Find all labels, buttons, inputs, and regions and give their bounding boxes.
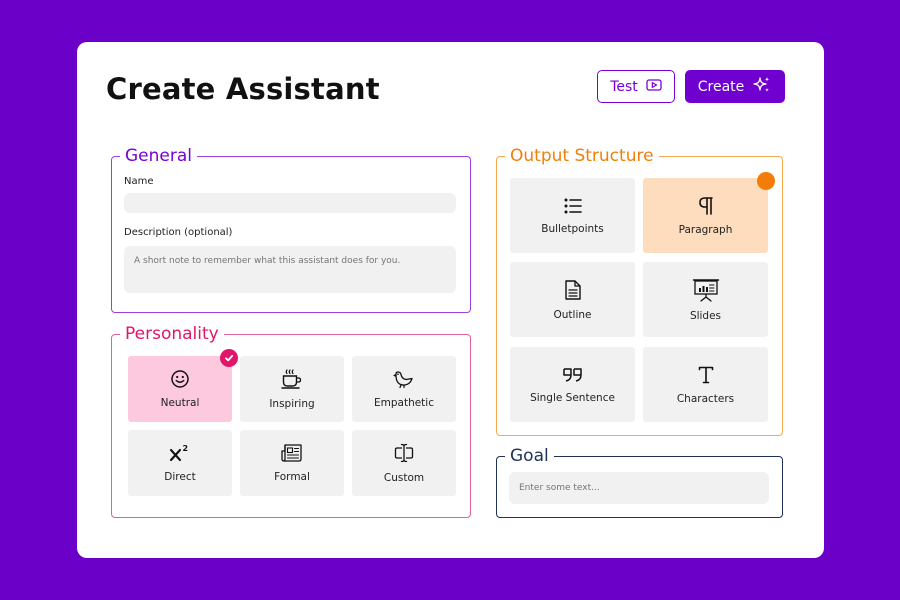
sparkles-icon — [752, 75, 772, 99]
personality-option-label: Formal — [274, 471, 310, 483]
output-option-outline[interactable]: Outline — [510, 262, 635, 337]
personality-option-label: Inspiring — [269, 398, 315, 410]
selected-indicator-dot — [757, 172, 775, 190]
output-structure-legend: Output Structure — [510, 146, 654, 166]
personality-option-neutral[interactable]: Neutral — [128, 356, 232, 422]
description-label: Description (optional) — [124, 227, 233, 238]
personality-option-label: Neutral — [160, 397, 200, 409]
personality-option-label: Direct — [164, 471, 196, 483]
pilcrow-icon — [697, 196, 715, 216]
x-squared-icon: 2 — [169, 443, 191, 463]
create-button[interactable]: Create — [685, 70, 785, 103]
create-button-label: Create — [697, 78, 745, 95]
test-button-label: Test — [610, 78, 638, 95]
goal-input[interactable] — [509, 472, 769, 504]
output-option-label: Outline — [553, 308, 592, 321]
personality-option-inspiring[interactable]: Inspiring — [240, 356, 344, 422]
output-option-label: Paragraph — [678, 223, 733, 236]
coffee-cup-icon — [280, 368, 304, 390]
quote-icon — [562, 366, 584, 384]
personality-option-label: Empathetic — [373, 397, 434, 409]
page-title: Create Assistant — [106, 72, 380, 106]
personality-option-formal[interactable]: Formal — [240, 430, 344, 496]
output-option-single-sentence[interactable]: Single Sentence — [510, 347, 635, 422]
svg-text:2: 2 — [183, 444, 189, 453]
goal-legend: Goal — [510, 446, 549, 466]
output-option-label: Single Sentence — [530, 391, 615, 404]
play-video-icon — [646, 78, 662, 95]
name-input[interactable] — [124, 193, 456, 213]
output-option-slides[interactable]: Slides — [643, 262, 768, 337]
bird-icon — [393, 369, 415, 389]
smiley-icon — [170, 369, 190, 389]
general-legend: General — [125, 146, 192, 166]
selected-check-icon — [220, 349, 238, 367]
personality-option-label: Custom — [383, 472, 425, 484]
name-label: Name — [124, 176, 154, 187]
output-option-characters[interactable]: Characters — [643, 347, 768, 422]
bullet-list-icon — [563, 197, 583, 215]
text-cursor-icon — [393, 442, 415, 464]
description-input[interactable] — [124, 246, 456, 293]
personality-option-custom[interactable]: Custom — [352, 430, 456, 496]
letter-t-icon — [697, 365, 715, 385]
output-option-bulletpoints[interactable]: Bulletpoints — [510, 178, 635, 253]
personality-legend: Personality — [125, 324, 219, 344]
presentation-icon — [692, 278, 720, 302]
output-option-paragraph[interactable]: Paragraph — [643, 178, 768, 253]
output-option-label: Slides — [689, 309, 722, 322]
output-option-label: Characters — [676, 392, 735, 405]
newspaper-icon — [280, 443, 304, 463]
output-option-label: Bulletpoints — [541, 222, 604, 235]
create-assistant-card: Create Assistant Test Create General Nam… — [77, 42, 824, 558]
document-icon — [564, 279, 582, 301]
personality-option-direct[interactable]: 2 Direct — [128, 430, 232, 496]
personality-option-empathetic[interactable]: Empathetic — [352, 356, 456, 422]
test-button[interactable]: Test — [597, 70, 675, 103]
